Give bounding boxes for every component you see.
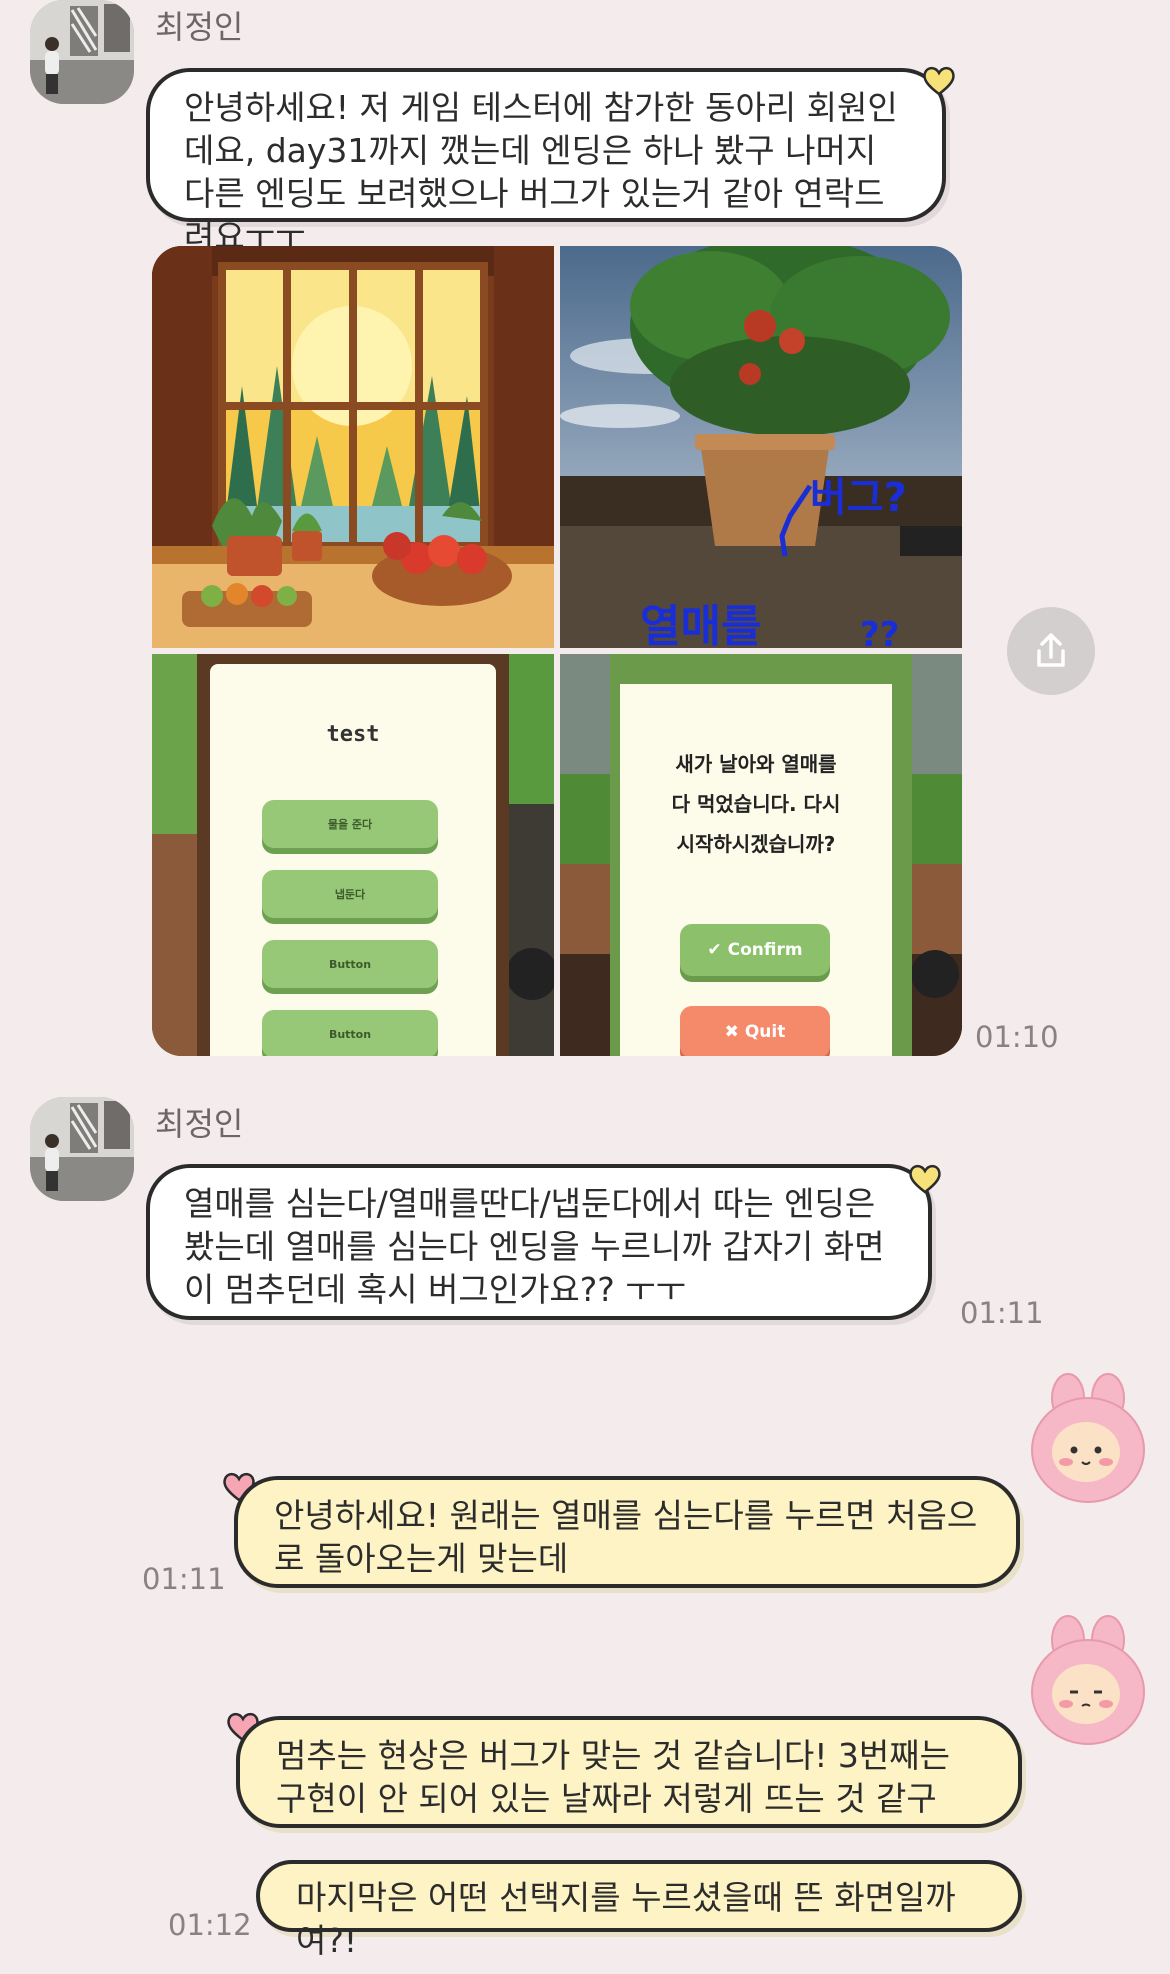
sender-name: 최정인 bbox=[155, 8, 244, 46]
photo-window-illustration[interactable] bbox=[152, 246, 554, 648]
annotation-fruit: 열매를 bbox=[640, 601, 761, 648]
menu-button-3[interactable]: Button bbox=[262, 940, 438, 988]
photo-test-menu[interactable]: test 물을 준다 냅둔다 Button Button bbox=[152, 654, 554, 1056]
photo-bug-screenshot[interactable]: 버그? 열매를 ?? bbox=[560, 246, 962, 648]
bunny-sticker-avatar[interactable] bbox=[1026, 1372, 1150, 1508]
outgoing-message-bubble[interactable]: 마지막은 어떤 선택지를 누르셨을때 뜬 화면일까여?! bbox=[256, 1860, 1022, 1960]
incoming-message-bubble[interactable]: 열매를 심는다/열매를딴다/냅둔다에서 따는 엔딩은 봤는데 열매를 심는다 엔… bbox=[146, 1164, 932, 1320]
dialog-line-3: 시작하시겠습니까? bbox=[676, 832, 836, 856]
outgoing-message-bubble[interactable]: 멈추는 현상은 버그가 맞는 것 같습니다! 3번째는 구현이 안 되어 있는 … bbox=[236, 1716, 1022, 1828]
x-icon: ✖ bbox=[724, 1022, 739, 1042]
outgoing-message-bubble[interactable]: 안녕하세요! 원래는 열매를 심는다를 누르면 처음으로 돌아오는게 맞는데 bbox=[234, 1476, 1020, 1588]
sender-name: 최정인 bbox=[155, 1105, 244, 1143]
dialog-panel: 새가 날아와 열매를 다 먹었습니다. 다시 시작하시겠습니까? ✔ Confi… bbox=[620, 684, 892, 1056]
message-text: 열매를 심는다/열매를딴다/냅둔다에서 따는 엔딩은 봤는데 열매를 심는다 엔… bbox=[184, 1184, 885, 1309]
check-icon: ✔ bbox=[707, 940, 722, 960]
share-button[interactable] bbox=[1007, 607, 1095, 695]
quit-label: Quit bbox=[744, 1022, 786, 1042]
sender-avatar[interactable] bbox=[30, 1097, 134, 1201]
dialog-line-2: 다 먹었습니다. 다시 bbox=[671, 792, 841, 816]
menu-button-water[interactable]: 물을 준다 bbox=[262, 800, 438, 848]
menu-panel: test 물을 준다 냅둔다 Button Button bbox=[210, 664, 496, 1056]
menu-button-leave[interactable]: 냅둔다 bbox=[262, 870, 438, 918]
dialog-line-1: 새가 날아와 열매를 bbox=[675, 752, 837, 776]
timestamp: 01:11 bbox=[142, 1562, 226, 1596]
confirm-label: Confirm bbox=[727, 940, 803, 960]
annotation-question: ?? bbox=[860, 615, 899, 648]
dialog-message: 새가 날아와 열매를 다 먹었습니다. 다시 시작하시겠습니까? bbox=[620, 744, 892, 864]
incoming-message-bubble[interactable]: 안녕하세요! 저 게임 테스터에 참가한 동아리 회원인데요, day31까지 … bbox=[146, 68, 946, 256]
quit-button[interactable]: ✖ Quit bbox=[680, 1006, 830, 1056]
share-icon bbox=[1037, 633, 1065, 667]
confirm-button[interactable]: ✔ Confirm bbox=[680, 924, 830, 976]
message-text: 마지막은 어떤 선택지를 누르셨을때 뜬 화면일까여?! bbox=[296, 1878, 956, 1960]
menu-title: test bbox=[326, 722, 380, 747]
message-text: 멈추는 현상은 버그가 맞는 것 같습니다! 3번째는 구현이 안 되어 있는 … bbox=[276, 1736, 951, 1818]
annotation-bug: 버그? bbox=[810, 475, 907, 521]
timestamp: 01:10 bbox=[975, 1020, 1059, 1054]
menu-button-4[interactable]: Button bbox=[262, 1010, 438, 1056]
message-text: 안녕하세요! 원래는 열매를 심는다를 누르면 처음으로 돌아오는게 맞는데 bbox=[274, 1496, 978, 1578]
message-text: 안녕하세요! 저 게임 테스터에 참가한 동아리 회원인데요, day31까지 … bbox=[184, 88, 898, 256]
bunny-sticker-avatar[interactable] bbox=[1026, 1614, 1150, 1750]
photo-restart-dialog[interactable]: 새가 날아와 열매를 다 먹었습니다. 다시 시작하시겠습니까? ✔ Confi… bbox=[560, 654, 962, 1056]
timestamp: 01:12 bbox=[168, 1908, 252, 1942]
photo-grid[interactable]: 버그? 열매를 ?? test 물을 준다 냅둔다 Button Button bbox=[152, 246, 962, 1056]
heart-icon bbox=[923, 66, 955, 96]
sender-avatar[interactable] bbox=[30, 0, 134, 104]
heart-icon bbox=[909, 1164, 941, 1194]
timestamp: 01:11 bbox=[960, 1296, 1044, 1330]
